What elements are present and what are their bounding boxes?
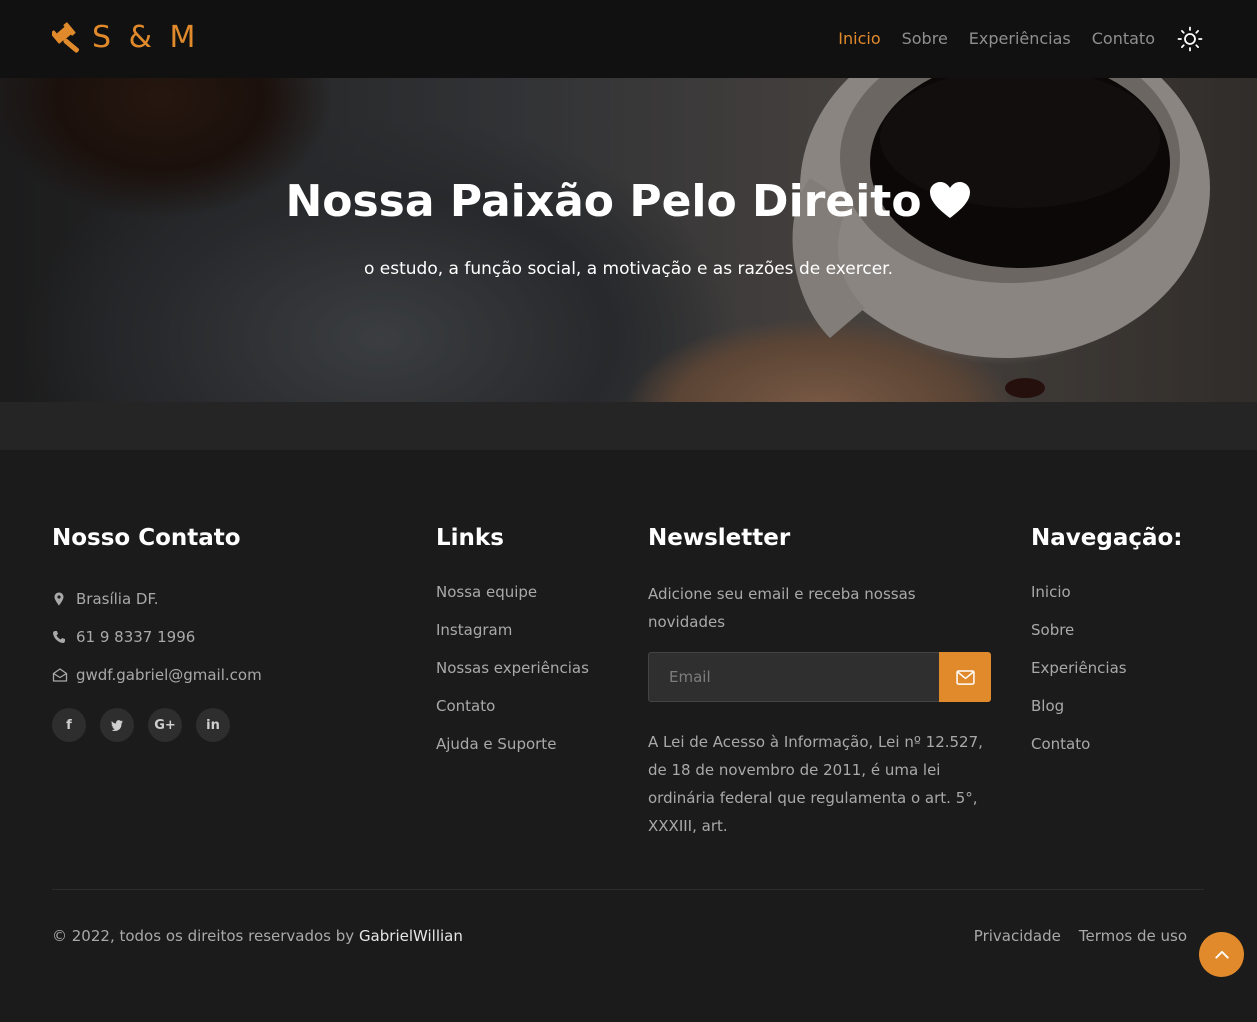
link-ajuda-suporte[interactable]: Ajuda e Suporte xyxy=(436,732,626,770)
contact-title: Nosso Contato xyxy=(52,525,241,551)
hero-banner: Nossa Paixão Pelo Direito o estudo, a fu… xyxy=(0,78,1257,402)
copyright-author-link[interactable]: GabrielWillian xyxy=(359,927,463,945)
privacy-link[interactable]: Privacidade xyxy=(974,924,1061,948)
brand-logo[interactable]: S & M xyxy=(52,20,199,56)
copyright: © 2022, todos os direitos reservados by … xyxy=(52,924,463,948)
gavel-icon xyxy=(52,22,79,53)
links-title: Links xyxy=(436,525,504,551)
footer-divider xyxy=(52,889,1204,890)
phone-icon xyxy=(53,631,65,643)
linkedin-icon[interactable]: in xyxy=(196,708,230,742)
newsletter-submit-button[interactable] xyxy=(939,652,991,702)
law-notice: A Lei de Acesso à Informação, Lei nº 12.… xyxy=(648,733,983,835)
brand-name: S & M xyxy=(92,20,200,55)
newsletter-title: Newsletter xyxy=(648,525,791,551)
envelope-open-icon xyxy=(52,668,68,682)
newsletter-column: Newsletter Adicione seu email e receba n… xyxy=(648,522,993,840)
links-column: Links Nossa equipe Instagram Nossas expe… xyxy=(436,522,626,770)
phone-text: 61 9 8337 1996 xyxy=(76,628,196,646)
section-band xyxy=(0,402,1257,450)
email-link[interactable]: gwdf.gabriel@gmail.com xyxy=(76,666,262,684)
navigation-title: Navegação: xyxy=(1031,525,1183,551)
contact-column: Nosso Contato Brasília DF. 61 9 8337 199… xyxy=(52,522,382,742)
newsletter-form xyxy=(648,652,991,702)
contact-email: gwdf.gabriel@gmail.com xyxy=(52,656,382,694)
nav-inicio[interactable]: Inicio xyxy=(838,24,880,54)
contact-location: Brasília DF. xyxy=(52,580,382,618)
link-instagram[interactable]: Instagram xyxy=(436,618,626,656)
newsletter-email-input[interactable] xyxy=(648,652,939,702)
map-pin-icon xyxy=(54,592,64,606)
footer-nav-inicio[interactable]: Inicio xyxy=(1031,580,1211,618)
link-nossas-experiencias[interactable]: Nossas experiências xyxy=(436,656,626,694)
site-footer: Nosso Contato Brasília DF. 61 9 8337 199… xyxy=(0,450,1257,1022)
nav-contato[interactable]: Contato xyxy=(1092,24,1155,54)
footer-nav-experiencias[interactable]: Experiências xyxy=(1031,656,1211,694)
link-nossa-equipe[interactable]: Nossa equipe xyxy=(436,580,626,618)
facebook-icon[interactable]: f xyxy=(52,708,86,742)
footer-nav-contato[interactable]: Contato xyxy=(1031,732,1211,770)
heart-icon xyxy=(929,182,970,218)
footer-nav-blog[interactable]: Blog xyxy=(1031,694,1211,732)
copyright-text: © 2022, todos os direitos reservados by xyxy=(52,927,359,945)
location-text: Brasília DF. xyxy=(76,590,159,608)
hero-title: Nossa Paixão Pelo Direito xyxy=(0,174,1257,230)
sun-icon[interactable] xyxy=(1177,26,1203,52)
footer-nav-sobre[interactable]: Sobre xyxy=(1031,618,1211,656)
chevron-up-icon xyxy=(1214,950,1229,959)
social-links: f G+ in xyxy=(52,708,382,742)
legal-links: Privacidade Termos de uso xyxy=(974,924,1187,948)
google-plus-icon[interactable]: G+ xyxy=(148,708,182,742)
navigation-column: Navegação: Inicio Sobre Experiências Blo… xyxy=(1031,522,1211,770)
link-contato[interactable]: Contato xyxy=(436,694,626,732)
nav-sobre[interactable]: Sobre xyxy=(902,24,948,54)
hero-overlay xyxy=(0,78,1257,402)
site-header: S & M Inicio Sobre Experiências Contato xyxy=(0,0,1257,78)
contact-phone: 61 9 8337 1996 xyxy=(52,618,382,656)
terms-link[interactable]: Termos de uso xyxy=(1079,924,1187,948)
newsletter-description: Adicione seu email e receba nossas novid… xyxy=(648,585,916,631)
twitter-icon[interactable] xyxy=(100,708,134,742)
main-nav: Inicio Sobre Experiências Contato xyxy=(838,24,1203,54)
scroll-to-top-button[interactable] xyxy=(1199,932,1244,977)
hero-subtitle: o estudo, a função social, a motivação e… xyxy=(363,259,894,279)
nav-experiencias[interactable]: Experiências xyxy=(969,24,1071,54)
envelope-icon xyxy=(955,669,975,685)
